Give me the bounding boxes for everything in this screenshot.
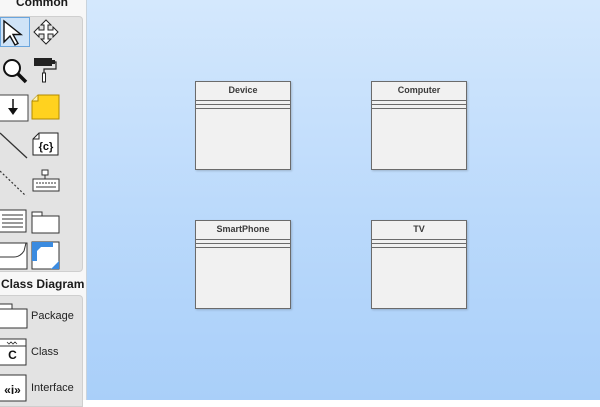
line-icon [0, 132, 28, 159]
class-separator [372, 247, 466, 248]
note-icon [31, 94, 60, 120]
format-painter-icon [34, 58, 57, 83]
class-separator [196, 100, 290, 101]
constraint-icon: {c} [32, 132, 59, 156]
class-separator [372, 243, 466, 244]
class-label: Class [31, 346, 59, 358]
select-tool[interactable] [0, 17, 30, 47]
folder-icon [31, 211, 60, 234]
class-separator [372, 239, 466, 240]
class-separator [196, 243, 290, 244]
diagram-canvas[interactable]: Device Computer SmartPhone TV [87, 0, 600, 400]
section-header-class-diagram[interactable]: Class Diagram [1, 277, 85, 293]
zoom-icon [3, 59, 28, 84]
class-item[interactable]: C Class [0, 338, 82, 368]
blue-note-icon [31, 241, 60, 270]
keyboard-tool[interactable] [31, 169, 61, 199]
class-shape-smartphone[interactable]: SmartPhone [195, 220, 291, 309]
class-name: Computer [397, 85, 441, 95]
class-name: Device [228, 85, 258, 95]
frame-icon [0, 242, 28, 270]
class-diagram-panel: Package C Class «i» Interface [0, 295, 83, 407]
list-tool[interactable] [0, 207, 30, 237]
class-separator [196, 108, 290, 109]
zoom-tool[interactable] [0, 55, 30, 85]
section-header-common[interactable]: Common [0, 0, 84, 11]
class-separator [196, 247, 290, 248]
class-separator [372, 108, 466, 109]
interface-icon-text: «i» [4, 383, 21, 397]
package-label: Package [31, 310, 74, 322]
class-separator [196, 239, 290, 240]
class-shape-computer[interactable]: Computer [371, 81, 467, 170]
folder-tool[interactable] [31, 207, 61, 237]
select-arrow-icon [3, 19, 24, 46]
list-icon [0, 209, 27, 233]
class-shape-device[interactable]: Device [195, 81, 291, 170]
class-shape-tv[interactable]: TV [371, 220, 467, 309]
class-separator [372, 100, 466, 101]
common-tools-panel: {c} [0, 16, 83, 272]
anchor-arrow-icon [0, 94, 29, 122]
package-item[interactable]: Package [0, 302, 82, 332]
interface-label: Interface [31, 382, 74, 394]
blue-note-tool[interactable] [31, 241, 61, 271]
dashed-line-tool[interactable] [0, 169, 30, 199]
class-icon: C [0, 338, 27, 366]
dashed-line-icon [0, 170, 27, 197]
class-name: SmartPhone [216, 224, 270, 234]
line-tool[interactable] [0, 131, 30, 161]
package-icon [0, 303, 28, 329]
diagram-palette: Common {c} Class Diagram Package C Class… [0, 0, 87, 407]
class-separator [196, 104, 290, 105]
class-icon-text: C [8, 348, 17, 362]
move-tool[interactable] [31, 17, 61, 47]
frame-tool[interactable] [0, 241, 30, 271]
class-name: TV [413, 224, 425, 234]
anchor-tool[interactable] [0, 93, 30, 123]
move-arrows-icon [33, 19, 59, 45]
class-separator [372, 104, 466, 105]
note-tool[interactable] [31, 93, 61, 123]
format-painter-tool[interactable] [31, 55, 61, 85]
keyboard-icon [32, 169, 60, 192]
constraint-icon-text: {c} [39, 141, 54, 153]
constraint-tool[interactable]: {c} [31, 131, 61, 161]
